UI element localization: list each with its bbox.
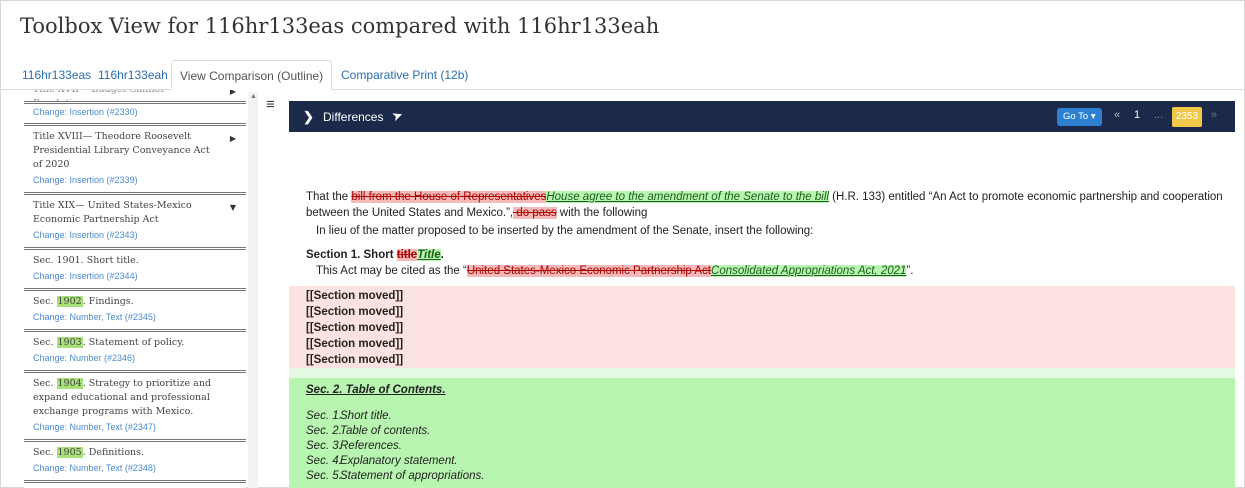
deleted-text: bill from the House of Representatives xyxy=(351,191,547,203)
toc-row: Sec. 2. Table of contents. xyxy=(306,425,431,437)
outline-item-label: Sec. 1903. Statement of policy. xyxy=(33,337,185,348)
differences-label[interactable]: Differences xyxy=(323,110,383,124)
outline-item-change[interactable]: Change: Number, Text (#2347) xyxy=(33,421,238,434)
inserted-text: Title xyxy=(417,249,441,261)
outline-item-change[interactable]: Change: Insertion (#2330) xyxy=(33,106,238,119)
outline-item-change[interactable]: Change: Insertion (#2339) xyxy=(33,174,238,187)
outline-item-title-18[interactable]: Title XVIII— Theodore Roosevelt Presiden… xyxy=(24,126,246,195)
outline-item-sec-1902[interactable]: Sec. 1902. Findings. Change: Number, Tex… xyxy=(24,291,246,332)
outline-item-title-17[interactable]: Title XVII— Budget Cannot Resolution ▶ xyxy=(24,90,246,104)
chevron-right-icon[interactable]: ❯ xyxy=(303,109,314,125)
section-1-heading: Section 1. Short titleTitle. xyxy=(306,249,444,261)
scroll-up-arrow-icon[interactable]: ▲ xyxy=(250,93,257,100)
outline-item-label: Title XVIII— Theodore Roosevelt Presiden… xyxy=(33,131,210,170)
deleted-text: title xyxy=(396,249,418,261)
sidebar-scrollbar[interactable] xyxy=(248,92,258,488)
outline-item-label: Sec. 1901. Short title. xyxy=(33,255,139,266)
toc-row: Sec. 3. References. xyxy=(306,440,403,452)
outline-item-label: Sec. 1902. Findings. xyxy=(33,296,134,307)
pager-prev-icon[interactable]: « xyxy=(1114,109,1120,121)
pager-next-icon[interactable]: » xyxy=(1211,109,1217,121)
number-change-highlight: 1902 xyxy=(56,296,83,307)
section-moved-marker: [[Section moved]] xyxy=(306,354,404,366)
outline-item-sec-1901[interactable]: Sec. 1901. Short title. Change: Insertio… xyxy=(24,250,246,291)
tab-116hr133eah[interactable]: 116hr133eah xyxy=(90,60,176,90)
outline-item-change[interactable]: Change: Number, Text (#2345) xyxy=(33,311,238,324)
toc-heading: Sec. 2. Table of Contents. xyxy=(306,384,446,396)
inserted-text: Consolidated Appropriations Act, 2021 xyxy=(711,265,907,277)
tab-bar: 116hr133eas 116hr133eah View Comparison … xyxy=(0,60,1245,90)
section-moved-marker: [[Section moved]] xyxy=(306,338,404,350)
lieu-paragraph: In lieu of the matter proposed to be ins… xyxy=(316,225,814,237)
pager-page-first[interactable]: 1 xyxy=(1134,109,1140,121)
number-change-highlight: 1903 xyxy=(56,337,83,348)
go-to-dropdown-button[interactable]: Go To ▾ xyxy=(1057,108,1102,126)
enacting-paragraph: That the bill from the House of Represen… xyxy=(306,191,1223,219)
outline-item-label: Sec. 1904. Strategy to prioritize and ex… xyxy=(33,378,212,417)
comparison-document: That the bill from the House of Represen… xyxy=(289,132,1235,488)
outline-item-title-19[interactable]: Title XIX— United States-Mexico Economic… xyxy=(24,195,246,250)
deleted-text: do pass xyxy=(513,207,557,219)
outline-sidebar: Title XVII— Budget Cannot Resolution ▶ Ch… xyxy=(24,90,246,488)
outline-item-change-2330[interactable]: Change: Insertion (#2330) xyxy=(24,106,246,126)
outline-item-label: Title XVII— Budget Cannot Resolution xyxy=(33,90,164,104)
outline-item-label: Sec. 1905. Definitions. xyxy=(33,447,145,458)
section-moved-marker: [[Section moved]] xyxy=(306,322,404,334)
inserted-text: House agree to the amendment of the Sena… xyxy=(546,191,829,203)
caret-right-icon[interactable]: ▶ xyxy=(230,90,236,99)
tab-116hr133eas[interactable]: 116hr133eas xyxy=(14,60,99,90)
hamburger-menu-icon[interactable]: ≡ xyxy=(266,96,275,113)
section-1-body: This Act may be cited as the “United Sta… xyxy=(316,265,914,277)
number-change-highlight: 1904 xyxy=(56,378,83,389)
deleted-text: United States-Mexico Economic Partnershi… xyxy=(466,265,712,277)
outline-item-sec-1904[interactable]: Sec. 1904. Strategy to prioritize and ex… xyxy=(24,373,246,442)
outline-item-change[interactable]: Change: Insertion (#2343) xyxy=(33,229,238,242)
toc-row: Sec. 1. Short title. xyxy=(306,410,392,422)
tab-view-comparison-outline[interactable]: View Comparison (Outline) xyxy=(171,60,333,90)
tab-comparative-print[interactable]: Comparative Print (12b) xyxy=(333,60,476,90)
section-moved-marker: [[Section moved]] xyxy=(306,290,404,302)
block-separator xyxy=(289,368,1235,378)
pager-ellipsis: ... xyxy=(1154,109,1164,121)
number-change-highlight: 1905 xyxy=(56,447,83,458)
outline-item-change[interactable]: Change: Number, Text (#2348) xyxy=(33,462,238,475)
outline-item-sec-1905[interactable]: Sec. 1905. Definitions. Change: Number, … xyxy=(24,442,246,483)
differences-bar: ❯ Differences ➤ Go To ▾ « 1 ... 2353 » xyxy=(289,101,1235,132)
paper-plane-icon: ➤ xyxy=(389,106,405,125)
section-moved-marker: [[Section moved]] xyxy=(306,306,404,318)
toc-row: Sec. 5. Statement of appropriations. xyxy=(306,470,485,482)
moved-sections-block: [[Section moved]] [[Section moved]] [[Se… xyxy=(289,286,1235,368)
page-title: Toolbox View for 116hr133eas compared wi… xyxy=(20,14,660,38)
outline-item-change[interactable]: Change: Insertion (#2344) xyxy=(33,270,238,283)
toc-row: Sec. 4. Explanatory statement. xyxy=(306,455,458,467)
outline-item-label: Title XIX— United States-Mexico Economic… xyxy=(33,200,192,225)
inserted-toc-block: Sec. 2. Table of Contents. Sec. 1. Short … xyxy=(289,378,1235,488)
pager-page-last[interactable]: 2353 xyxy=(1172,107,1202,127)
outline-item-sec-1903[interactable]: Sec. 1903. Statement of policy. Change: … xyxy=(24,332,246,373)
caret-right-icon[interactable]: ▶ xyxy=(230,132,236,146)
caret-down-icon[interactable]: ▼ xyxy=(230,201,236,215)
outline-item-change[interactable]: Change: Number (#2346) xyxy=(33,352,238,365)
